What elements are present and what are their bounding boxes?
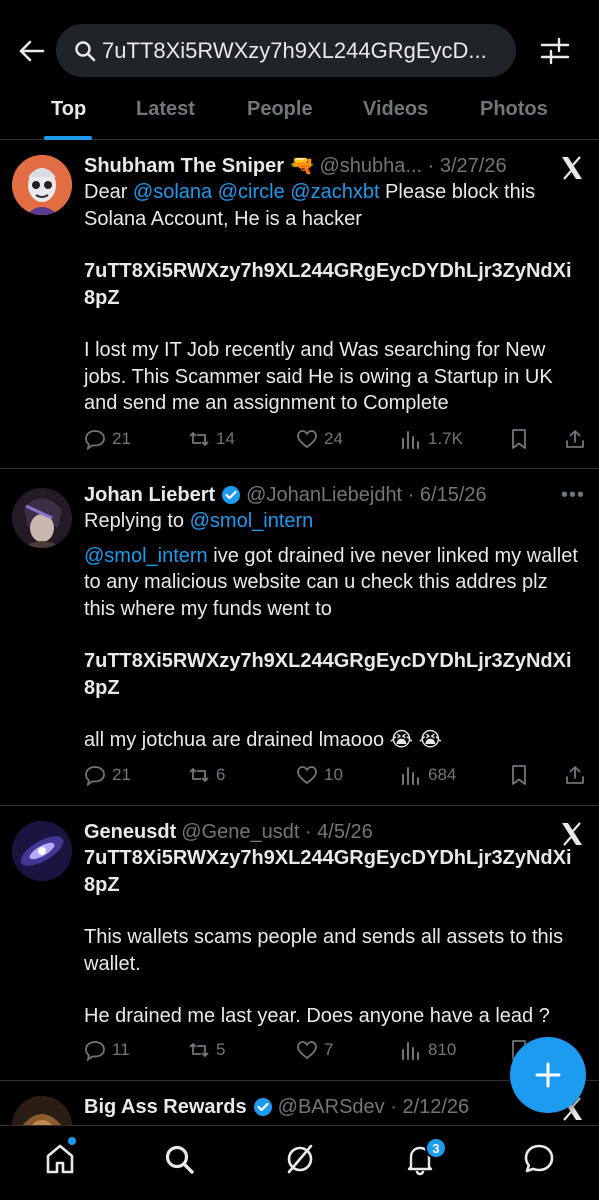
wallet-address: 7uTT8Xi5RWXzy7h9XL244GRgEycDYDhLjr3ZyNdX… [84,260,572,282]
bottom-navigation [0,1125,599,1200]
bookmark-icon [512,429,526,449]
author-name[interactable]: Johan Liebert [84,482,215,508]
back-button[interactable] [14,36,50,66]
top-bar: 7uTT8Xi5RWXzy7h9XL244GRgEycD... Top Late… [0,0,599,140]
views-button[interactable]: 1.7K [400,428,463,450]
notifications-badge: 3 [425,1137,447,1159]
avatar[interactable] [12,821,72,881]
back-arrow-icon [19,40,45,62]
replying-to: Replying to @smol_intern [84,510,314,532]
tab-photos[interactable]: Photos [480,98,548,121]
active-tab-indicator [44,136,92,140]
search-icon [165,1145,194,1174]
search-tabs: Top Latest People Videos Photos [0,88,599,140]
mention-link[interactable]: @circle [218,181,285,203]
tweet[interactable]: Geneusdt @Gene_usdt · 4/5/26 7uTT8Xi5RWX… [0,807,599,1081]
tab-top[interactable]: Top [51,98,86,121]
bookmark-button[interactable] [508,764,530,786]
wallet-address: 7uTT8Xi5RWXzy7h9XL244GRgEycDYDhLjr3ZyNdX… [84,847,572,869]
mention-link[interactable]: @smol_intern [190,510,314,532]
home-unread-dot [68,1137,76,1145]
nav-home[interactable] [43,1142,77,1176]
tweet-actions: 21 6 10 684 [84,764,584,788]
repost-button[interactable]: 6 [188,764,225,786]
reply-button[interactable]: 11 [84,1039,130,1061]
repost-icon [189,432,209,446]
verified-badge-icon [222,486,241,504]
search-filter-button[interactable] [538,34,572,68]
plus-icon [535,1062,561,1088]
author-name[interactable]: Big Ass Rewards [84,1094,247,1120]
repost-button[interactable]: 5 [188,1039,225,1061]
tweet-text: Dear @solana @circle @zachxbt Please blo… [84,181,572,414]
share-button[interactable] [564,764,586,786]
reply-button[interactable]: 21 [84,764,131,786]
avatar[interactable] [12,1096,72,1125]
mention-link[interactable]: @zachxbt [290,181,379,203]
share-icon [566,430,584,448]
repost-icon [189,1043,209,1057]
views-button[interactable]: 684 [400,764,456,786]
verified-badge-icon [253,1098,272,1116]
tab-videos[interactable]: Videos [363,98,428,121]
tweet-text: @smol_intern ive got drained ive never l… [84,544,578,752]
avatar-anime-icon [12,488,72,548]
author-handle-date: @shubha... · 3/27/26 [319,155,507,177]
heart-icon [297,1041,317,1060]
search-input[interactable]: 7uTT8Xi5RWXzy7h9XL244GRgEycD... [56,24,516,77]
like-button[interactable]: 24 [296,428,343,450]
tweet-text: 7uTT8Xi5RWXzy7h9XL244GRgEycDYDhLjr3ZyNdX… [84,847,572,1027]
bookmark-icon [512,765,526,785]
home-icon [46,1144,74,1174]
tweet[interactable]: ••• Johan Liebert @JohanLiebejdht · 6/15… [0,470,599,806]
repost-icon [189,768,209,782]
reply-icon [85,1041,105,1061]
like-button[interactable]: 7 [296,1039,333,1061]
avatar-galaxy-icon [12,821,72,881]
bookmark-button[interactable] [508,428,530,450]
tweet[interactable]: Big Ass Rewards @BARSdev · 2/12/26 [0,1082,599,1125]
avatar-cartoon-icon [12,155,72,215]
search-icon [75,40,96,61]
nav-grok[interactable] [283,1142,317,1176]
views-button[interactable]: 810 [400,1039,456,1061]
search-query: 7uTT8Xi5RWXzy7h9XL244GRgEycD... [102,37,487,63]
tab-latest[interactable]: Latest [136,98,195,121]
heart-icon [297,766,317,785]
nav-messages[interactable] [522,1142,556,1176]
tweet-actions: 21 14 24 1.7K [84,428,584,452]
chat-bubble-icon [524,1144,554,1173]
sliders-icon [540,37,570,65]
like-button[interactable]: 10 [296,764,343,786]
tweet-actions: 11 5 7 810 [84,1039,584,1063]
views-icon [402,431,419,449]
reply-icon [85,430,105,450]
share-button[interactable] [564,428,586,450]
compose-post-button[interactable] [510,1037,586,1113]
author-handle-date: @JohanLiebejdht · 6/15/26 [246,484,487,506]
views-icon [402,1042,419,1060]
avatar[interactable] [12,488,72,548]
author-handle-date: @BARSdev · 2/12/26 [277,1096,470,1118]
mention-link[interactable]: @smol_intern [84,545,208,567]
tab-people[interactable]: People [247,98,313,121]
repost-button[interactable]: 14 [188,428,235,450]
author-name[interactable]: Geneusdt [84,819,176,845]
avatar-character-icon [12,1096,72,1125]
views-icon [402,767,419,785]
nav-search[interactable] [162,1142,196,1176]
grok-icon [287,1144,313,1174]
tweet[interactable]: Shubham The Sniper 🔫 @shubha... · 3/27/2… [0,141,599,469]
heart-icon [297,430,317,449]
avatar[interactable] [12,155,72,215]
share-icon [566,766,584,784]
wallet-address: 7uTT8Xi5RWXzy7h9XL244GRgEycDYDhLjr3ZyNdX… [84,650,572,672]
reply-button[interactable]: 21 [84,428,131,450]
reply-icon [85,766,105,786]
author-name[interactable]: Shubham The Sniper 🔫 [84,153,314,179]
mention-link[interactable]: @solana [133,181,212,203]
author-handle-date: @Gene_usdt · 4/5/26 [181,821,373,843]
